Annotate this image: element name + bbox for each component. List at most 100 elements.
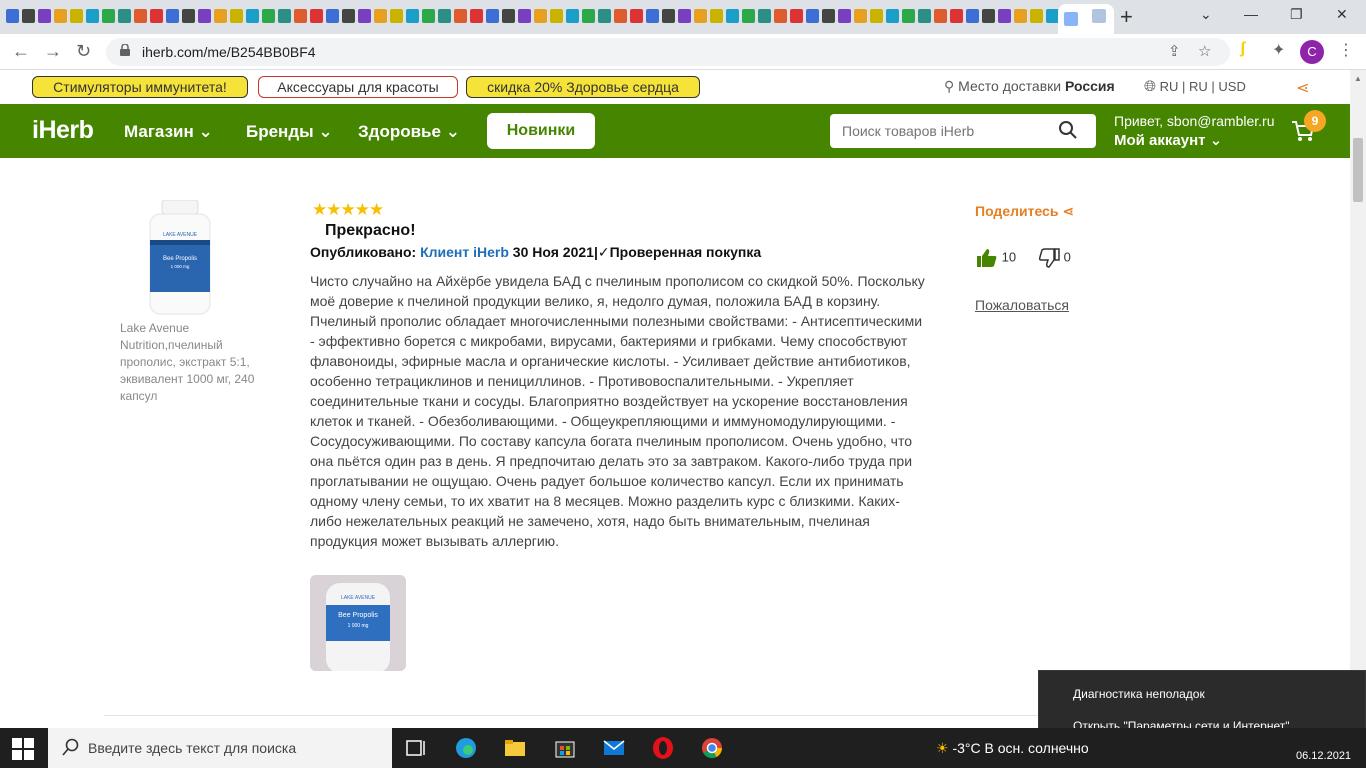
language-currency[interactable]: 🌐︎ RU | RU | USD bbox=[1144, 78, 1246, 95]
tab-favicon-icon[interactable] bbox=[38, 9, 51, 23]
file-explorer-icon[interactable] bbox=[503, 736, 527, 760]
tab-favicon-icon[interactable] bbox=[230, 9, 243, 23]
back-icon[interactable]: ← bbox=[12, 41, 30, 62]
tab-favicon-icon[interactable] bbox=[374, 9, 387, 23]
tab-favicon-icon[interactable] bbox=[1014, 9, 1027, 23]
nav-health[interactable]: Здоровье ⌄ bbox=[358, 122, 460, 142]
new-arrivals-button[interactable]: Новинки bbox=[487, 113, 595, 149]
new-tab-button[interactable]: + bbox=[1120, 4, 1133, 30]
tab-favicon-icon[interactable] bbox=[790, 9, 803, 23]
tab-favicon-icon[interactable] bbox=[918, 9, 931, 23]
tab-favicon-icon[interactable] bbox=[694, 9, 707, 23]
tab-favicon-icon[interactable] bbox=[310, 9, 323, 23]
tab-favicon-icon[interactable] bbox=[406, 9, 419, 23]
tab-favicon-icon[interactable] bbox=[982, 9, 995, 23]
scrollbar-thumb[interactable] bbox=[1353, 138, 1363, 202]
tab-favicon-icon[interactable] bbox=[998, 9, 1011, 23]
tab-favicon-icon[interactable] bbox=[822, 9, 835, 23]
promo-heart[interactable]: скидка 20% Здоровье сердца bbox=[466, 76, 700, 98]
promo-beauty[interactable]: Аксессуары для красоты bbox=[258, 76, 458, 98]
address-bar[interactable]: iherb.com/me/B254BB0BF4 ⇪ ☆ bbox=[106, 38, 1230, 66]
tab-favicon-icon[interactable] bbox=[550, 9, 563, 23]
tab-favicon-icon[interactable] bbox=[342, 9, 355, 23]
reload-icon[interactable]: ↻ bbox=[76, 41, 91, 62]
tab-favicon-icon[interactable] bbox=[134, 9, 147, 23]
nav-shop[interactable]: Магазин ⌄ bbox=[124, 122, 213, 142]
tab-favicon-icon[interactable] bbox=[166, 9, 179, 23]
my-account-menu[interactable]: Мой аккаунт ⌄ bbox=[1114, 131, 1222, 149]
share-page-icon[interactable]: ⇪ bbox=[1168, 42, 1181, 60]
minimize-icon[interactable]: — bbox=[1244, 6, 1258, 22]
tab-favicon-icon[interactable] bbox=[854, 9, 867, 23]
tab-favicon-icon[interactable] bbox=[966, 9, 979, 23]
delivery-location[interactable]: ⚲ Место доставки Россия bbox=[944, 78, 1115, 95]
chrome-icon[interactable] bbox=[700, 736, 724, 760]
page-scrollbar[interactable]: ▲ bbox=[1350, 70, 1366, 728]
tab-favicon-icon[interactable] bbox=[262, 9, 275, 23]
tab-favicon-icon[interactable] bbox=[70, 9, 83, 23]
search-icon[interactable] bbox=[1058, 120, 1078, 140]
tab-favicon-icon[interactable] bbox=[870, 9, 883, 23]
share-review[interactable]: Поделитесь ⋖ bbox=[975, 203, 1074, 220]
nav-brands[interactable]: Бренды ⌄ bbox=[246, 122, 333, 142]
store-icon[interactable] bbox=[553, 736, 577, 760]
profile-avatar[interactable]: C bbox=[1300, 40, 1324, 64]
report-link[interactable]: Пожаловаться bbox=[975, 297, 1069, 313]
review-photo[interactable]: LAKE AVENUE Bee Propolis 1 000 mg bbox=[310, 575, 406, 671]
tab-favicon-icon[interactable] bbox=[582, 9, 595, 23]
tab-favicon-icon[interactable] bbox=[326, 9, 339, 23]
tab-favicon-icon[interactable] bbox=[1092, 9, 1106, 23]
close-window-icon[interactable]: ✕ bbox=[1336, 6, 1348, 23]
iherb-logo[interactable]: iHerb bbox=[32, 116, 94, 145]
windows-start-icon[interactable] bbox=[12, 738, 34, 760]
tab-favicon-icon[interactable] bbox=[470, 9, 483, 23]
tab-favicon-icon[interactable] bbox=[6, 9, 19, 23]
restore-icon[interactable]: ❐ bbox=[1290, 6, 1303, 23]
tab-favicon-icon[interactable] bbox=[518, 9, 531, 23]
tab-favicon-icon[interactable] bbox=[294, 9, 307, 23]
menu-item-troubleshoot[interactable]: Диагностика неполадок bbox=[1073, 687, 1205, 701]
product-image[interactable]: LAKE AVENUE Bee Propolis 1 000 mg bbox=[148, 200, 212, 316]
tab-favicon-icon[interactable] bbox=[950, 9, 963, 23]
extensions-puzzle-icon[interactable]: ✦ bbox=[1272, 40, 1285, 60]
tab-favicon-icon[interactable] bbox=[678, 9, 691, 23]
tab-favicon-icon[interactable] bbox=[54, 9, 67, 23]
tab-favicon-icon[interactable] bbox=[934, 9, 947, 23]
tab-favicon-icon[interactable] bbox=[118, 9, 131, 23]
tab-favicon-icon[interactable] bbox=[1030, 9, 1043, 23]
product-name[interactable]: Lake Avenue Nutrition,пчелиный прополис,… bbox=[120, 320, 270, 405]
share-icon[interactable]: ⋖ bbox=[1296, 78, 1309, 98]
tab-favicon-icon[interactable] bbox=[614, 9, 627, 23]
browser-menu-icon[interactable]: ⋮ bbox=[1338, 40, 1354, 60]
bookmark-star-icon[interactable]: ☆ bbox=[1198, 42, 1211, 60]
scroll-up-icon[interactable]: ▲ bbox=[1354, 74, 1362, 83]
weather-widget[interactable]: ☀ -3°C В осн. солнечно bbox=[936, 740, 1089, 757]
tab-favicon-icon[interactable] bbox=[566, 9, 579, 23]
tab-favicon-icon[interactable] bbox=[598, 9, 611, 23]
tab-favicon-icon[interactable] bbox=[806, 9, 819, 23]
search-input[interactable] bbox=[830, 114, 1050, 148]
promo-immunity[interactable]: Стимуляторы иммунитета! bbox=[32, 76, 248, 98]
tab-search-icon[interactable]: ⌄ bbox=[1200, 6, 1212, 23]
tab-favicon-icon[interactable] bbox=[422, 9, 435, 23]
tab-favicon-icon[interactable] bbox=[102, 9, 115, 23]
tab-favicon-icon[interactable] bbox=[726, 9, 739, 23]
tab-favicon-icon[interactable] bbox=[710, 9, 723, 23]
tab-favicon-icon[interactable] bbox=[774, 9, 787, 23]
tab-favicon-icon[interactable] bbox=[182, 9, 195, 23]
tab-favicon-icon[interactable] bbox=[630, 9, 643, 23]
tab-favicon-icon[interactable] bbox=[198, 9, 211, 23]
tab-favicon-icon[interactable] bbox=[246, 9, 259, 23]
tab-favicon-icon[interactable] bbox=[390, 9, 403, 23]
like-button[interactable]: 10 bbox=[976, 248, 1016, 268]
tab-favicon-icon[interactable] bbox=[22, 9, 35, 23]
tab-favicon-icon[interactable] bbox=[438, 9, 451, 23]
tab-favicon-icon[interactable] bbox=[886, 9, 899, 23]
tab-favicon-icon[interactable] bbox=[214, 9, 227, 23]
review-author[interactable]: Клиент iHerb bbox=[420, 244, 509, 260]
forward-icon[interactable]: → bbox=[44, 41, 62, 62]
tab-favicon-icon[interactable] bbox=[838, 9, 851, 23]
tab-favicon-icon[interactable] bbox=[278, 9, 291, 23]
tab-favicon-icon[interactable] bbox=[454, 9, 467, 23]
mail-icon[interactable] bbox=[602, 736, 626, 760]
